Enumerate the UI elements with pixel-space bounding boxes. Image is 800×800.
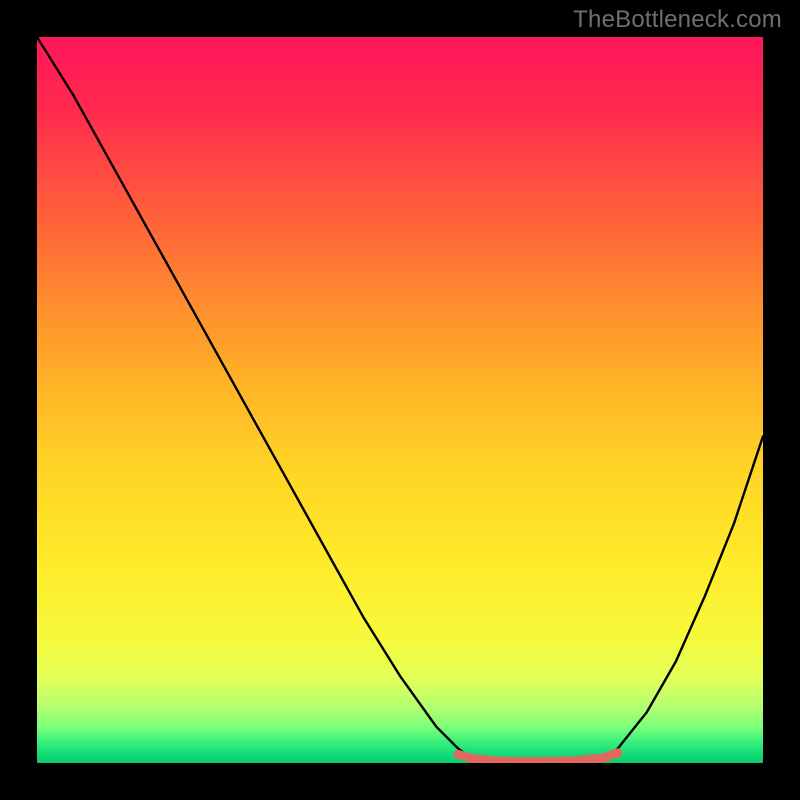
- plot-area: [37, 37, 763, 763]
- chart-frame: TheBottleneck.com: [0, 0, 800, 800]
- curve-svg: [37, 37, 763, 763]
- optimal-band-path: [458, 753, 618, 762]
- bottleneck-curve-path: [37, 37, 763, 763]
- watermark-text: TheBottleneck.com: [573, 6, 782, 34]
